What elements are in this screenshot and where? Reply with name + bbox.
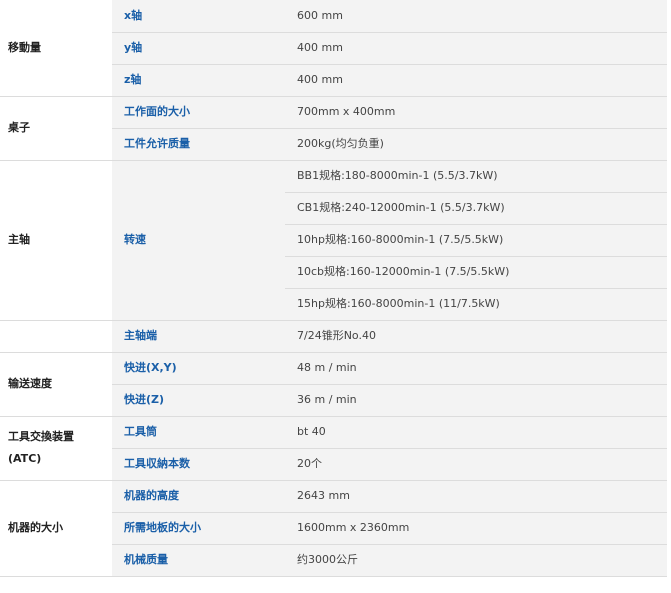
item-value: 700mm x 400mm [285, 96, 667, 129]
item-value: 7/24锥形No.40 [285, 320, 667, 353]
table-row: 主轴 转速 BB1规格:180-8000min-1 (5.5/3.7kW) [0, 160, 667, 321]
item-label: 快进(Z) [112, 384, 285, 417]
item-value: 10cb规格:160-12000min-1 (7.5/5.5kW) [285, 256, 667, 289]
item-value: 36 m / min [285, 384, 667, 417]
item-value: 400 mm [285, 64, 667, 97]
category-atc: 工具交換装置 (ATC) [0, 416, 112, 481]
item-value: 48 m / min [285, 352, 667, 385]
item-value: 1600mm x 2360mm [285, 512, 667, 545]
table-row: 移動量 x轴 600 mm [0, 0, 667, 97]
spec-table: 移動量 x轴 600 mm y轴 400 mm z轴 400 mm 桌子 工作面… [0, 0, 667, 577]
item-value: CB1规格:240-12000min-1 (5.5/3.7kW) [285, 192, 667, 225]
category-machine-size: 机器的大小 [0, 480, 112, 577]
category-atc-line2: (ATC) [8, 452, 42, 465]
table-row: 工具交換装置 (ATC) 工具筒 bt 40 [0, 416, 667, 481]
category-feed-rate: 输送速度 [0, 352, 112, 417]
category-spindle: 主轴 [0, 160, 112, 321]
category-atc-line1: 工具交換装置 [8, 430, 74, 443]
item-label: x轴 [112, 0, 285, 33]
item-label: 快进(X,Y) [112, 352, 285, 385]
table-row: 主轴端 7/24锥形No.40 [0, 320, 667, 353]
table-row: 输送速度 快进(X,Y) 48 m / min [0, 352, 667, 417]
item-label: 工作面的大小 [112, 96, 285, 129]
item-label: z轴 [112, 64, 285, 97]
item-label: 机器的高度 [112, 480, 285, 513]
item-value: 约3000公斤 [285, 544, 667, 577]
item-value: 400 mm [285, 32, 667, 65]
item-label: 机械质量 [112, 544, 285, 577]
item-label: 工件允许质量 [112, 128, 285, 161]
category-travel: 移動量 [0, 0, 112, 97]
item-value: 600 mm [285, 0, 667, 33]
item-value: bt 40 [285, 416, 667, 449]
table-row: 机器的大小 机器的高度 2643 mm [0, 480, 667, 577]
item-value: 200kg(均匀负重) [285, 128, 667, 161]
item-label: 工具筒 [112, 416, 285, 449]
item-label: 主轴端 [112, 320, 285, 353]
table-row: 桌子 工作面的大小 700mm x 400mm [0, 96, 667, 161]
item-label: 所需地板的大小 [112, 512, 285, 545]
category-empty [0, 320, 112, 353]
item-label: 转速 [112, 160, 285, 321]
item-label: 工具収納本数 [112, 448, 285, 481]
item-value: 15hp规格:160-8000min-1 (11/7.5kW) [285, 288, 667, 321]
item-value: 2643 mm [285, 480, 667, 513]
item-value: BB1规格:180-8000min-1 (5.5/3.7kW) [285, 160, 667, 193]
item-label: y轴 [112, 32, 285, 65]
item-value: 10hp规格:160-8000min-1 (7.5/5.5kW) [285, 224, 667, 257]
item-value: 20个 [285, 448, 667, 481]
category-table: 桌子 [0, 96, 112, 161]
